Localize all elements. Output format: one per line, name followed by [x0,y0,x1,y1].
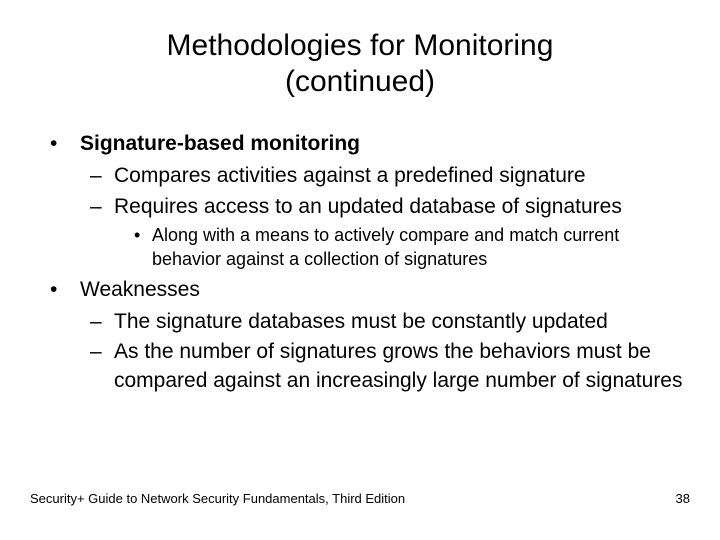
bullet-level2: –The signature databases must be constan… [90,308,690,336]
slide-body: •Signature-based monitoring –Compares ac… [30,130,690,395]
title-line-1: Methodologies for Monitoring [167,29,554,62]
slide-title: Methodologies for Monitoring (continued) [30,28,690,100]
bullet-dash-icon: – [90,193,114,221]
footer-text: Security+ Guide to Network Security Fund… [30,491,405,506]
bullet-text: Signature-based monitoring [80,132,360,155]
bullet-level3: •Along with a means to actively compare … [134,223,690,272]
bullet-dash-icon: – [90,162,114,190]
bullet-level2: –As the number of signatures grows the b… [90,338,690,395]
slide-footer: Security+ Guide to Network Security Fund… [30,491,690,506]
bullet-text: As the number of signatures grows the be… [114,340,683,391]
bullet-dot-icon: • [50,276,80,304]
bullet-text: Weaknesses [80,278,200,301]
bullet-text: Along with a means to actively compare a… [152,225,619,269]
bullet-level1: •Weaknesses [50,276,690,304]
bullet-text: Requires access to an updated database o… [114,195,622,218]
bullet-level2: –Requires access to an updated database … [90,193,690,221]
bullet-dash-icon: – [90,308,114,336]
bullet-dot-icon: • [134,223,152,247]
bullet-dash-icon: – [90,338,114,366]
bullet-level2: –Compares activities against a predefine… [90,162,690,190]
page-number: 38 [676,491,690,506]
bullet-dot-icon: • [50,130,80,158]
title-line-2: (continued) [285,65,435,98]
bullet-text: Compares activities against a predefined… [114,164,586,187]
bullet-level1: •Signature-based monitoring [50,130,690,158]
bullet-text: The signature databases must be constant… [114,310,608,333]
